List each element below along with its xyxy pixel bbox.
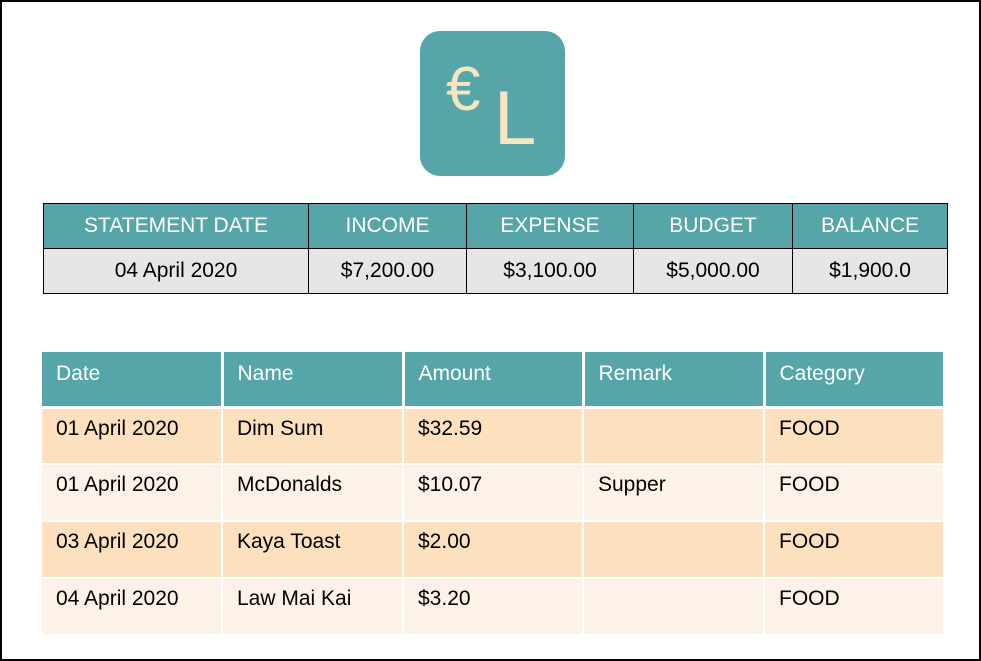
cell-date: 03 April 2020 [42,521,223,579]
cell-remark [583,578,765,636]
transactions-table: Date Name Amount Remark Category 01 Apri… [42,352,943,636]
cell-remark [583,521,765,579]
summary-header-income: INCOME [308,203,467,249]
cell-amount: $32.59 [403,407,584,465]
euro-symbol: € [446,55,481,124]
expense-value: $3,100.00 [466,248,634,294]
cell-name: Dim Sum [222,407,404,465]
statement-frame: € L STATEMENT DATE INCOME EXPENSE BUDGET… [0,0,981,661]
app-logo: € L [420,31,565,176]
cell-category: FOOD [764,521,943,579]
cell-name: Kaya Toast [222,521,404,579]
cell-remark [583,407,765,465]
cell-date: 01 April 2020 [42,407,223,465]
cell-name: Law Mai Kai [222,578,404,636]
summary-table: STATEMENT DATE INCOME EXPENSE BUDGET BAL… [43,203,948,294]
summary-header-budget: BUDGET [633,203,793,249]
cell-name: McDonalds [222,464,404,522]
cell-amount: $3.20 [403,578,584,636]
column-header-amount[interactable]: Amount [403,352,585,409]
balance-value: $1,900.0 [792,248,948,294]
statement-date-value: 04 April 2020 [43,248,309,294]
summary-value-row: 04 April 2020 $7,200.00 $3,100.00 $5,000… [43,248,948,294]
summary-header-expense: EXPENSE [466,203,634,249]
transactions-header-row: Date Name Amount Remark Category [42,352,943,409]
column-header-name[interactable]: Name [222,352,405,409]
table-row[interactable]: 03 April 2020 Kaya Toast $2.00 FOOD [42,521,943,579]
summary-header-statement-date: STATEMENT DATE [43,203,309,249]
income-value: $7,200.00 [308,248,467,294]
cell-date: 04 April 2020 [42,578,223,636]
column-header-category[interactable]: Category [764,352,943,409]
summary-header-balance: BALANCE [792,203,948,249]
column-header-remark[interactable]: Remark [583,352,766,409]
logo-letter: L [494,76,537,161]
budget-value: $5,000.00 [633,248,793,294]
table-row[interactable]: 04 April 2020 Law Mai Kai $3.20 FOOD [42,578,943,636]
summary-header-row: STATEMENT DATE INCOME EXPENSE BUDGET BAL… [43,203,948,249]
table-row[interactable]: 01 April 2020 McDonalds $10.07 Supper FO… [42,464,943,522]
cell-amount: $10.07 [403,464,584,522]
cell-category: FOOD [764,407,943,465]
cell-category: FOOD [764,578,943,636]
cell-remark: Supper [583,464,765,522]
column-header-date[interactable]: Date [42,352,224,409]
table-row[interactable]: 01 April 2020 Dim Sum $32.59 FOOD [42,407,943,465]
cell-amount: $2.00 [403,521,584,579]
cell-category: FOOD [764,464,943,522]
cell-date: 01 April 2020 [42,464,223,522]
